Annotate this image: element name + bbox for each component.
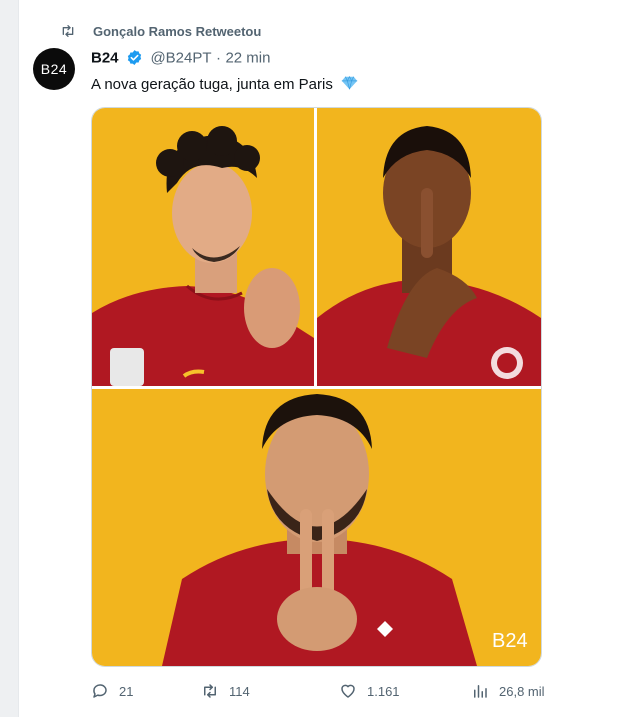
reply-button[interactable]: 21	[91, 680, 133, 702]
separator: ·	[215, 49, 221, 67]
media-grid[interactable]: B24	[91, 107, 542, 667]
tweet-card[interactable]: Gonçalo Ramos Retweetou B24 B24 @B24PT ·…	[18, 0, 620, 717]
analytics-icon	[474, 685, 487, 698]
player-photo-1[interactable]	[92, 108, 314, 386]
tweet-text-body: A nova geração tuga, junta em Paris	[91, 76, 333, 93]
retweet-context: Gonçalo Ramos Retweetou	[19, 22, 620, 42]
avatar[interactable]: B24	[33, 48, 75, 90]
heart-icon	[341, 684, 355, 698]
retweet-button[interactable]: 114	[201, 680, 250, 702]
tweet-text: A nova geração tuga, junta em Paris	[91, 76, 358, 93]
avatar-text: B24	[40, 61, 68, 77]
reply-icon	[93, 684, 107, 698]
tweet-header: B24 @B24PT · 22 min	[91, 49, 270, 69]
retweet-icon	[62, 25, 74, 37]
tweet-timestamp[interactable]: 22 min	[225, 49, 270, 66]
reply-count: 21	[119, 683, 134, 699]
views-button[interactable]: 26,8 mil	[471, 680, 545, 702]
gem-icon	[341, 76, 358, 90]
retweet-count: 114	[229, 683, 250, 699]
like-button[interactable]: 1.161	[339, 680, 400, 702]
author-name[interactable]: B24	[91, 49, 119, 66]
verified-badge-icon[interactable]	[126, 49, 143, 66]
view-count: 26,8 mil	[499, 683, 545, 699]
player-photo-2[interactable]	[317, 108, 541, 386]
retweeted-by-label[interactable]: Gonçalo Ramos Retweetou	[93, 24, 261, 39]
like-count: 1.161	[367, 683, 400, 699]
media-watermark: B24	[492, 630, 528, 652]
retweet-action-icon	[204, 684, 216, 698]
tweet-actions: 21 114 1.161 26,8 mil	[91, 680, 591, 702]
author-handle[interactable]: @B24PT	[150, 49, 211, 66]
player-photo-3[interactable]: B24	[92, 389, 541, 666]
